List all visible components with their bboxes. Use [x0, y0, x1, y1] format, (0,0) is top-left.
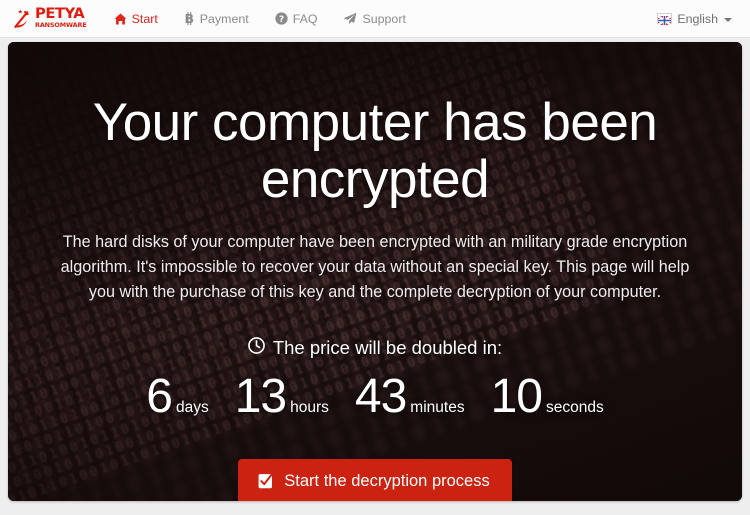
brand-logo[interactable]: PETYA RANSOMWARE [14, 6, 87, 29]
primary-nav: Start B Payment ? FAQ Support [101, 0, 419, 37]
nav-link-start[interactable]: Start [101, 12, 171, 26]
uk-flag-icon [657, 13, 673, 26]
brand-subtitle: RANSOMWARE [35, 21, 87, 29]
countdown-minutes-value: 43 [354, 370, 407, 424]
countdown-seconds-value: 10 [490, 370, 543, 424]
language-label: English [677, 11, 718, 26]
price-notice: The price will be doubled in: [38, 337, 712, 359]
nav-label-payment: Payment [199, 11, 249, 26]
nav-label-start: Start [131, 11, 158, 26]
svg-text:?: ? [279, 15, 284, 25]
nav-link-payment[interactable]: B Payment [171, 12, 262, 26]
brand-wordmark: PETYA RANSOMWARE [35, 6, 87, 29]
top-navbar: PETYA RANSOMWARE Start B Payment ? FAQ S… [0, 0, 750, 38]
countdown-seconds: 10 seconds [491, 373, 604, 421]
language-selector[interactable]: English [653, 12, 736, 26]
brand-title: PETYA [35, 6, 85, 22]
nav-link-support[interactable]: Support [330, 12, 418, 26]
hero-description: The hard disks of your computer have bee… [60, 233, 690, 301]
nav-link-faq[interactable]: ? FAQ [262, 12, 331, 26]
page-title: Your computer has been encrypted [92, 93, 658, 210]
check-square-icon [258, 473, 275, 490]
countdown-seconds-label: seconds [545, 399, 604, 417]
countdown-days-value: 6 [146, 370, 173, 424]
chevron-down-icon [724, 17, 732, 22]
nav-item-faq[interactable]: ? FAQ [262, 12, 331, 26]
nav-label-support: Support [362, 11, 406, 26]
countdown-hours-label: hours [290, 399, 329, 417]
nav-item-start[interactable]: Start [101, 12, 171, 26]
countdown-hours-value: 13 [234, 370, 287, 424]
price-notice-label: The price will be doubled in: [272, 337, 503, 359]
start-decryption-label: Start the decryption process [284, 472, 490, 491]
nav-label-faq: FAQ [292, 11, 318, 26]
cta-row: Start the decryption process [38, 459, 712, 501]
question-circle-icon: ? [275, 12, 288, 25]
hero-panel: 1011010010110100101101001011010010110100… [8, 42, 742, 501]
nav-item-payment[interactable]: B Payment [171, 12, 262, 26]
bitcoin-icon: B [184, 12, 195, 25]
nav-item-support[interactable]: Support [330, 12, 418, 26]
countdown-days: 6 days [146, 373, 208, 421]
countdown-minutes-label: minutes [410, 399, 465, 417]
hero-wrapper: 1011010010110100101101001011010010110100… [0, 38, 750, 515]
countdown-minutes: 43 minutes [355, 373, 465, 421]
countdown-hours: 13 hours [235, 373, 329, 421]
countdown-days-label: days [175, 399, 209, 417]
hero-content: Your computer has been encrypted The har… [8, 42, 742, 501]
hammer-and-sickle-icon [14, 9, 31, 29]
home-icon [114, 13, 127, 25]
clock-icon [247, 337, 265, 359]
start-decryption-button[interactable]: Start the decryption process [238, 459, 512, 501]
svg-text:B: B [184, 12, 194, 25]
paper-plane-icon [343, 12, 357, 25]
countdown-timer: 6 days 13 hours 43 minutes 10 seconds [38, 373, 712, 421]
